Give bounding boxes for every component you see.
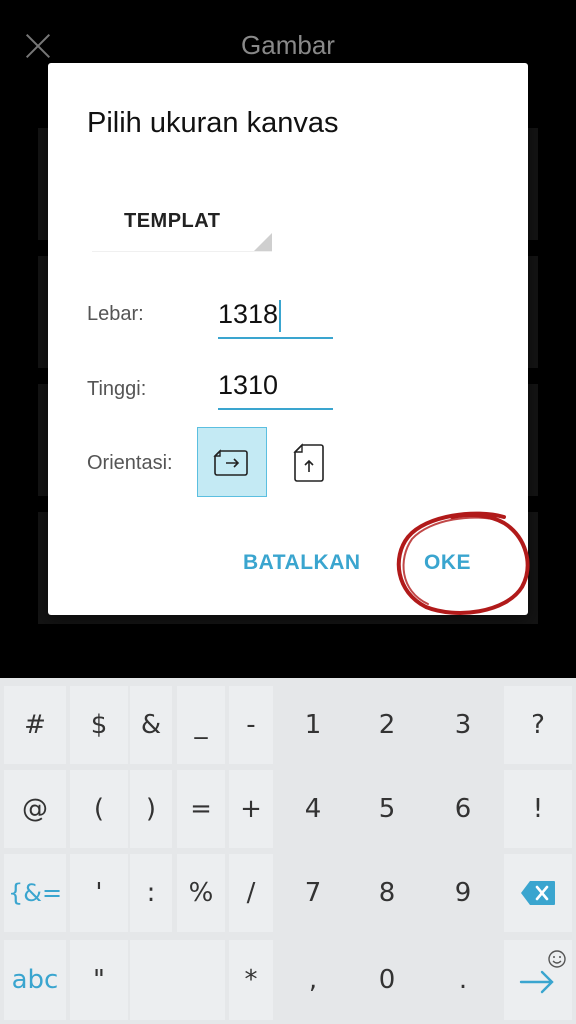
key-open-paren[interactable]: ( (70, 770, 128, 848)
key-abc-toggle[interactable]: abc (4, 940, 66, 1020)
key-period[interactable]: . (428, 940, 498, 1020)
key-6[interactable]: 6 (428, 770, 498, 848)
text-cursor (279, 299, 282, 332)
dropdown-triangle-icon (254, 233, 272, 251)
key-ampersand[interactable]: & (130, 686, 172, 764)
key-5[interactable]: 5 (352, 770, 422, 848)
width-value: 1318 (218, 299, 279, 329)
key-close-paren[interactable]: ) (130, 770, 172, 848)
key-double-quote[interactable]: " (70, 940, 128, 1020)
template-label: TEMPLAT (124, 210, 221, 232)
key-1[interactable]: 1 (280, 686, 346, 764)
key-hyphen[interactable]: - (229, 686, 273, 764)
key-2[interactable]: 2 (352, 686, 422, 764)
symbol-keyboard: # $ & _ - 1 2 3 ? @ ( ) = + 4 5 6 ! {&= … (0, 678, 576, 1024)
key-hash[interactable]: # (4, 686, 66, 764)
key-at[interactable]: @ (4, 770, 66, 848)
key-apostrophe[interactable]: ' (70, 854, 128, 932)
orientation-label: Orientasi: (87, 452, 173, 474)
key-plus[interactable]: + (229, 770, 273, 848)
key-exclamation[interactable]: ! (504, 770, 572, 848)
backspace-key[interactable] (504, 854, 572, 932)
portrait-orientation-button[interactable] (288, 441, 328, 485)
space-key[interactable] (130, 940, 225, 1020)
template-dropdown[interactable]: TEMPLAT (92, 196, 272, 252)
key-7[interactable]: 7 (280, 854, 346, 932)
key-equals[interactable]: = (177, 770, 225, 848)
height-value: 1310 (218, 370, 279, 400)
key-3[interactable]: 3 (428, 686, 498, 764)
backspace-icon (521, 881, 555, 905)
cancel-button[interactable]: BATALKAN (243, 551, 361, 575)
height-input[interactable]: 1310 (218, 364, 333, 410)
height-label: Tinggi: (87, 378, 147, 400)
width-label: Lebar: (87, 303, 144, 325)
key-dollar[interactable]: $ (70, 686, 128, 764)
key-0[interactable]: 0 (352, 940, 422, 1020)
key-4[interactable]: 4 (280, 770, 346, 848)
canvas-size-dialog: Pilih ukuran kanvas TEMPLAT Lebar: 1318 … (48, 63, 530, 615)
key-question[interactable]: ? (504, 686, 572, 764)
dialog-title: Pilih ukuran kanvas (87, 107, 339, 139)
key-9[interactable]: 9 (428, 854, 498, 932)
key-underscore[interactable]: _ (177, 686, 225, 764)
key-slash[interactable]: / (229, 854, 273, 932)
key-8[interactable]: 8 (352, 854, 422, 932)
key-comma[interactable]: , (280, 940, 346, 1020)
key-percent[interactable]: % (177, 854, 225, 932)
key-colon[interactable]: : (130, 854, 172, 932)
key-asterisk[interactable]: * (229, 940, 273, 1020)
width-input[interactable]: 1318 (218, 293, 333, 339)
key-symbols-toggle[interactable]: {&= (4, 854, 66, 932)
app-title: Gambar (241, 30, 335, 60)
portrait-icon (293, 443, 324, 482)
landscape-icon (213, 449, 248, 476)
emoji-icon[interactable] (546, 948, 568, 970)
landscape-orientation-button[interactable] (197, 427, 267, 497)
ok-button[interactable]: OKE (424, 551, 471, 575)
